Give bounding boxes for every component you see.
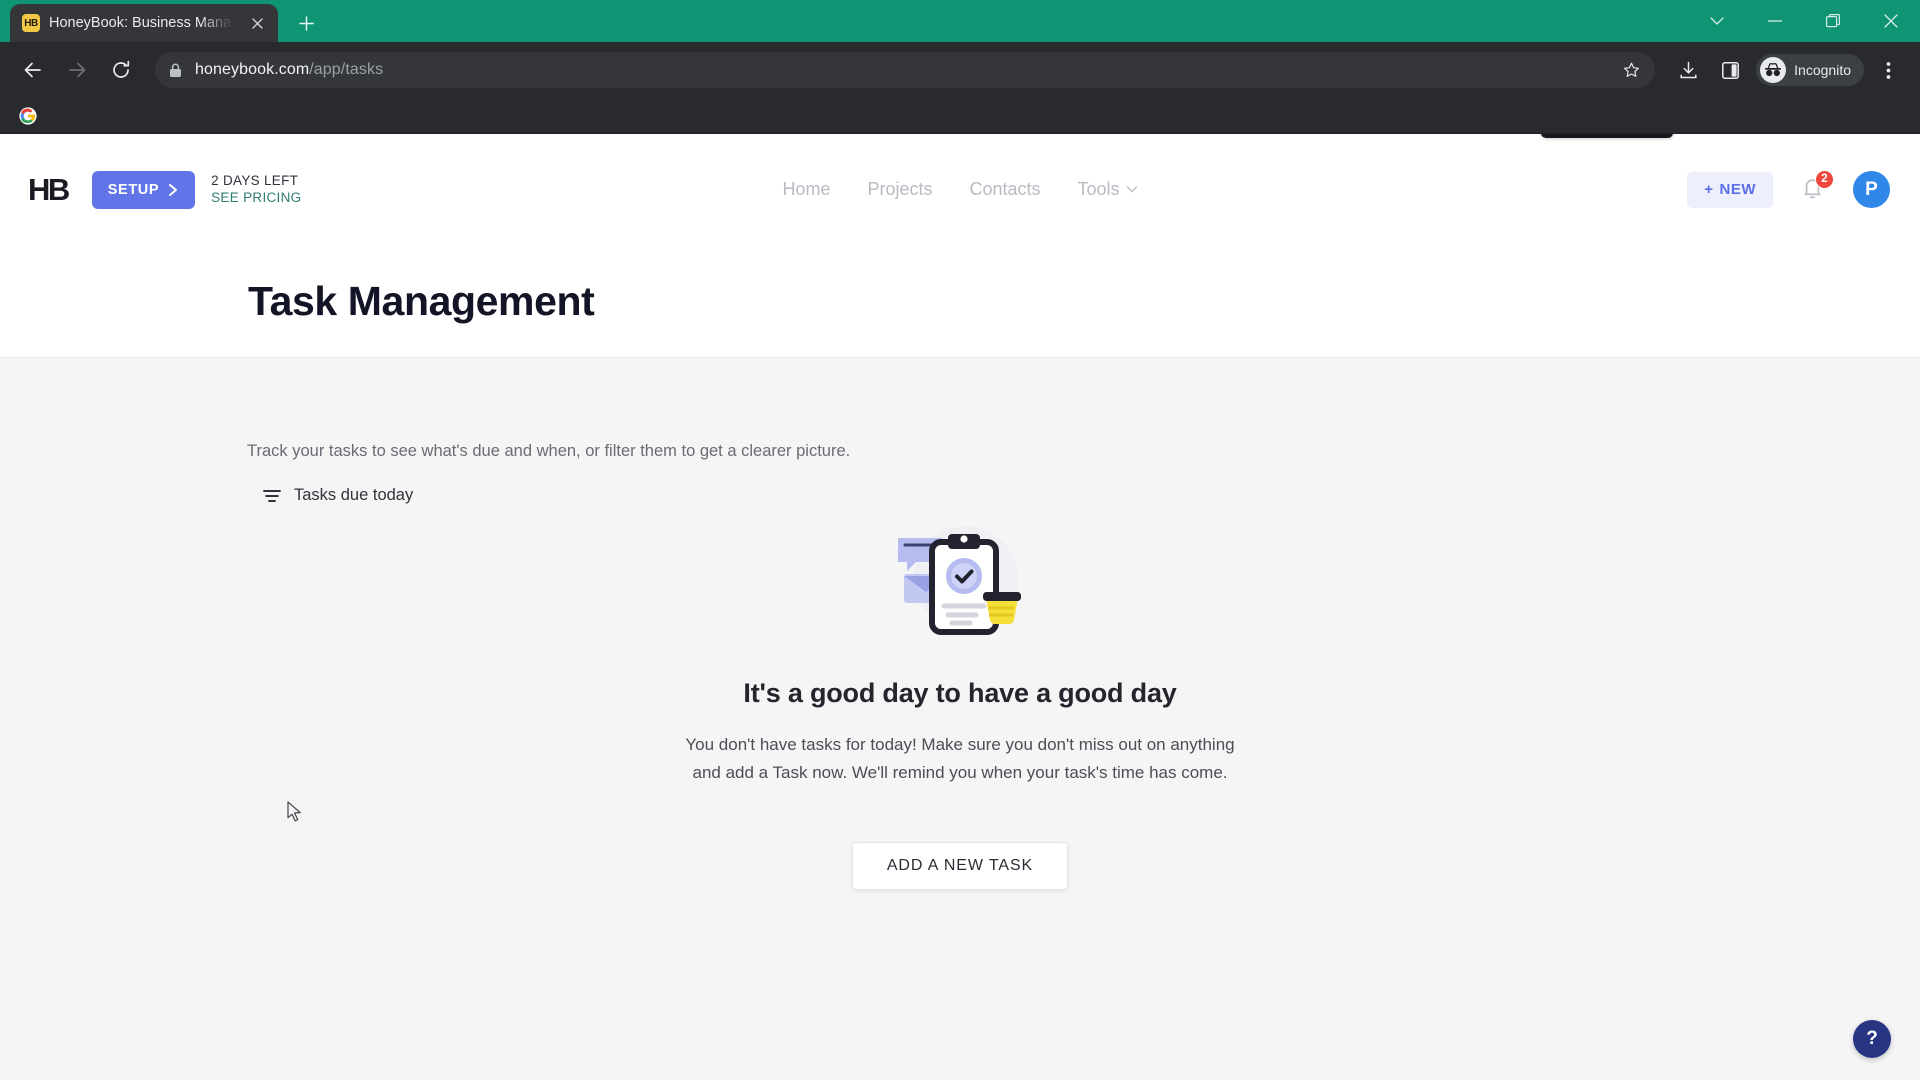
page-content: Track your tasks to see what's due and w… — [0, 134, 1920, 1080]
incognito-label: Incognito — [1794, 62, 1851, 78]
nav-item-home[interactable]: Home — [782, 179, 830, 200]
empty-state-body: You don't have tasks for today! Make sur… — [685, 735, 1235, 782]
chevron-down-icon — [1126, 186, 1138, 193]
header-actions: + NEW 2 P — [1687, 169, 1890, 208]
reload-icon[interactable] — [102, 51, 140, 89]
page-title: Task Management — [248, 277, 595, 324]
tab-close-icon[interactable] — [246, 12, 268, 34]
new-tab-button[interactable] — [290, 7, 322, 39]
filter-icon — [263, 489, 281, 502]
maximize-icon[interactable] — [1804, 0, 1862, 42]
incognito-profile-button[interactable]: Incognito — [1756, 54, 1864, 86]
plus-icon: + — [1704, 181, 1714, 198]
tab-title: HoneyBook: Business Managem — [49, 15, 237, 31]
page-subtitle: Track your tasks to see what's due and w… — [247, 442, 851, 460]
task-filter-label: Tasks due today — [294, 486, 414, 504]
nav-item-contacts[interactable]: Contacts — [969, 179, 1040, 200]
nav-item-projects[interactable]: Projects — [867, 179, 932, 200]
url-path: /app/tasks — [309, 61, 384, 78]
notification-badge: 2 — [1815, 169, 1834, 189]
honeybook-favicon-icon: HB — [22, 14, 40, 32]
setup-label: SETUP — [107, 181, 160, 198]
bookmark-star-icon[interactable] — [1617, 56, 1645, 84]
user-avatar[interactable]: P — [1853, 171, 1890, 208]
see-pricing-link[interactable]: SEE PRICING — [211, 190, 301, 207]
lock-icon — [169, 62, 183, 78]
new-button-label: NEW — [1719, 181, 1756, 198]
setup-button[interactable]: SETUP — [91, 170, 196, 209]
task-filter[interactable]: Tasks due today — [263, 486, 413, 505]
notifications-button[interactable]: 2 — [1799, 169, 1834, 204]
trial-days-left: 2 DAYS LEFT — [211, 172, 299, 188]
honeybook-app-header: HB SETUP 2 DAYS LEFT SEE PRICING Home Pr… — [0, 134, 1920, 245]
page-title-bar: Task Management — [0, 245, 1920, 357]
window-close-icon[interactable] — [1862, 0, 1920, 42]
empty-state-illustration — [880, 516, 1040, 656]
more-menu-icon[interactable] — [1870, 52, 1906, 88]
chevron-right-icon — [169, 183, 178, 196]
nav-item-tools[interactable]: Tools — [1078, 179, 1138, 200]
empty-state: It's a good day to have a good day You d… — [640, 516, 1280, 891]
forward-icon — [58, 51, 96, 89]
help-button[interactable]: ? — [1853, 1020, 1891, 1058]
add-a-new-task-button[interactable]: ADD A NEW TASK — [852, 842, 1068, 891]
nav-item-tools-label: Tools — [1077, 179, 1120, 199]
chevron-down-icon[interactable] — [1688, 0, 1746, 42]
browser-window: HB HoneyBook: Business Managem — [0, 0, 1920, 1080]
minimize-icon[interactable] — [1746, 0, 1804, 42]
address-bar[interactable]: honeybook.com/app/tasks — [155, 52, 1656, 88]
add-task-button[interactable]: ADD TASK — [1540, 134, 1673, 138]
main-navigation: Home Projects Contacts Tools — [782, 179, 1138, 200]
trial-status: 2 DAYS LEFT SEE PRICING — [211, 173, 301, 207]
download-icon[interactable] — [1670, 52, 1706, 88]
tab-strip: HB HoneyBook: Business Managem — [0, 0, 1920, 42]
side-panel-icon[interactable] — [1712, 52, 1748, 88]
window-controls — [1688, 0, 1920, 42]
url-text: honeybook.com/app/tasks — [195, 61, 383, 79]
back-icon[interactable] — [14, 51, 52, 89]
browser-tab[interactable]: HB HoneyBook: Business Managem — [10, 4, 278, 42]
browser-toolbar: honeybook.com/app/tasks Incognito — [0, 42, 1920, 98]
url-domain: honeybook.com — [195, 61, 310, 78]
bookmarks-bar — [0, 98, 1920, 134]
mouse-cursor — [287, 801, 303, 823]
google-icon[interactable] — [14, 102, 42, 130]
honeybook-logo[interactable]: HB — [28, 172, 70, 208]
incognito-icon — [1760, 57, 1787, 83]
page-viewport: HB SETUP 2 DAYS LEFT SEE PRICING Home Pr… — [0, 134, 1920, 1080]
empty-state-heading: It's a good day to have a good day — [743, 678, 1177, 708]
new-button[interactable]: + NEW — [1687, 171, 1773, 208]
